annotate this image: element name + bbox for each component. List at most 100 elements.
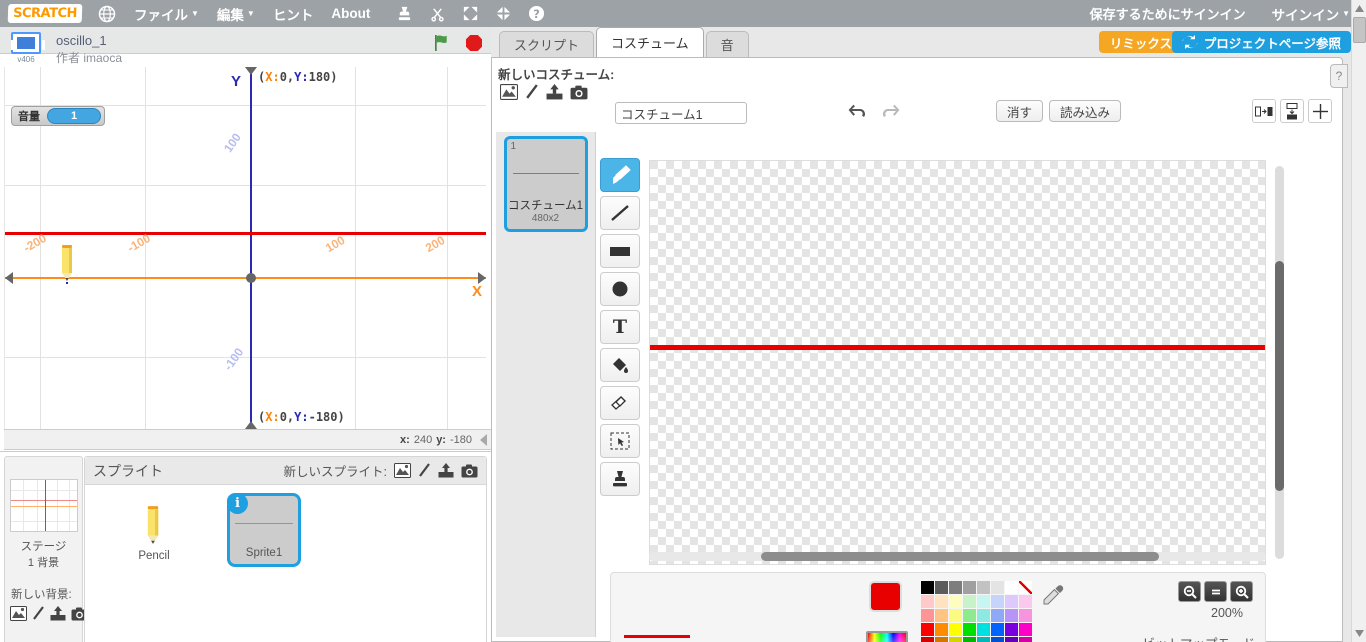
palette-swatch[interactable] [977,609,990,622]
green-flag-icon[interactable] [431,32,453,54]
palette-swatch[interactable] [991,609,1004,622]
zoom-in-button[interactable] [1230,581,1253,602]
palette-swatch[interactable] [1019,637,1032,642]
palette-swatch[interactable] [921,595,934,608]
library-icon[interactable] [394,463,411,478]
palette-swatch[interactable] [963,595,976,608]
zoom-reset-button[interactable] [1204,581,1227,602]
collapse-arrow-icon[interactable] [480,433,487,446]
palette-swatch[interactable] [977,623,990,636]
sprite-card-pencil[interactable]: Pencil [117,493,191,567]
upload-icon[interactable] [546,84,563,100]
palette-swatch[interactable] [963,623,976,636]
camera-icon[interactable] [461,464,478,478]
sprite-info-icon[interactable]: i [227,493,248,514]
canvas-horizontal-scrollbar[interactable] [649,552,1266,561]
stamp-tool[interactable] [600,462,640,496]
stage-selector[interactable]: ステージ 1 背景 新しい背景: [4,456,88,642]
menu-tips[interactable]: ヒント [273,4,314,24]
palette-swatch[interactable] [991,637,1004,642]
tab-costumes[interactable]: コスチューム [596,27,704,57]
text-tool[interactable]: T [600,310,640,344]
volume-monitor[interactable]: 音量 1 [11,106,105,126]
palette-swatch[interactable] [977,637,990,642]
library-icon[interactable] [10,606,27,621]
palette-swatch[interactable] [1019,609,1032,622]
rectangle-tool[interactable] [600,234,640,268]
palette-swatch[interactable] [963,581,976,594]
canvas-horizontal-scroll-thumb[interactable] [761,552,1159,561]
palette-swatch[interactable] [1005,609,1018,622]
remix-button[interactable]: リミックス [1098,31,1183,53]
upload-icon[interactable] [438,463,454,478]
project-page-button[interactable]: プロジェクトページ参照 [1171,31,1351,53]
menu-edit[interactable]: 編集 ▼ [217,4,255,24]
eyedropper-icon[interactable] [1039,583,1065,609]
palette-swatch[interactable] [921,581,934,594]
palette-swatch[interactable] [991,581,1004,594]
help-icon[interactable]: ? [528,5,545,22]
set-center-icon[interactable] [1308,99,1332,123]
palette-swatch[interactable] [1005,581,1018,594]
paint-icon[interactable] [32,606,45,621]
tab-sounds[interactable]: 音 [705,31,749,57]
palette-swatch[interactable] [935,609,948,622]
primary-color-chip[interactable] [869,581,902,612]
palette-swatch[interactable] [963,609,976,622]
palette-swatch[interactable] [1005,623,1018,636]
help-tab-button[interactable]: ? [1330,64,1348,88]
palette-swatch[interactable] [949,637,962,642]
menu-file[interactable]: ファイル ▼ [134,4,199,24]
palette-swatch[interactable] [977,581,990,594]
line-tool[interactable] [600,196,640,230]
tab-scripts[interactable]: スクリプト [499,31,595,57]
stop-icon[interactable] [463,32,485,54]
palette-swatch[interactable] [963,637,976,642]
paint-canvas[interactable] [649,160,1266,565]
palette-swatch[interactable] [977,595,990,608]
palette-swatch[interactable] [949,623,962,636]
palette-swatch[interactable] [1019,595,1032,608]
menu-about[interactable]: About [331,6,370,21]
ellipse-tool[interactable] [600,272,640,306]
shrink-icon[interactable] [495,5,512,22]
flip-horizontal-icon[interactable] [1252,99,1276,123]
sprite-card-sprite1[interactable]: i Sprite1 [227,493,301,567]
canvas-vertical-scrollbar[interactable] [1275,166,1284,559]
page-scrollbar[interactable] [1351,0,1366,642]
palette-swatch[interactable] [921,623,934,636]
palette-swatch[interactable] [1005,637,1018,642]
brush-tool[interactable] [600,158,640,192]
scratch-logo[interactable]: SCRATCH [7,4,83,23]
palette-swatch[interactable] [949,609,962,622]
palette-swatch[interactable] [991,623,1004,636]
library-icon[interactable] [500,84,518,100]
load-button[interactable]: 読み込み [1049,100,1122,122]
canvas-vertical-scroll-thumb[interactable] [1275,261,1284,491]
eraser-tool[interactable] [600,386,640,420]
palette-swatch[interactable] [991,595,1004,608]
select-tool[interactable] [600,424,640,458]
zoom-out-button[interactable] [1178,581,1201,602]
fill-tool[interactable] [600,348,640,382]
pencil-sprite[interactable] [60,242,74,284]
undo-icon[interactable] [847,100,869,122]
palette-swatch[interactable] [949,581,962,594]
palette-swatch[interactable] [935,637,948,642]
palette-swatch[interactable] [1019,581,1032,594]
paint-icon[interactable] [525,84,539,100]
stage-canvas[interactable]: -200 -100 100 200 100 -100 X Y (X:0,Y:18… [4,67,486,429]
palette-swatch[interactable] [921,637,934,642]
camera-icon[interactable] [570,85,588,100]
clear-button[interactable]: 消す [996,100,1044,122]
palette-swatch[interactable] [935,595,948,608]
color-spectrum-picker[interactable] [866,631,908,642]
paint-icon[interactable] [418,463,431,478]
upload-icon[interactable] [50,606,66,621]
costume-name-input[interactable] [615,102,747,124]
grow-icon[interactable] [462,5,479,22]
scroll-down-arrow-icon[interactable] [1353,626,1366,641]
project-thumbnail[interactable]: v406 [8,32,45,66]
palette-swatch[interactable] [935,623,948,636]
redo-icon[interactable] [879,100,901,122]
